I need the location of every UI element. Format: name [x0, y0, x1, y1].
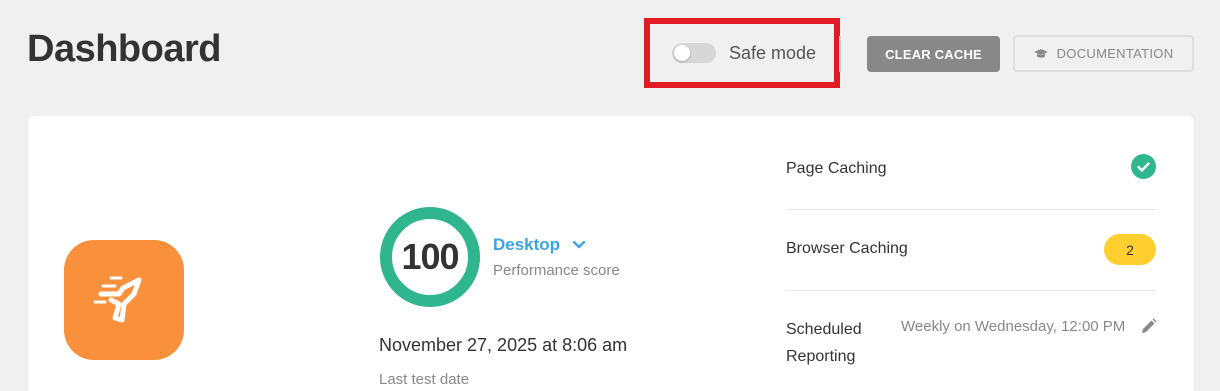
pencil-icon[interactable] [1140, 318, 1157, 335]
row-divider [786, 290, 1156, 291]
scheduled-reporting-value: Weekly on Wednesday, 12:00 PM [901, 318, 1126, 335]
last-test-date-value: November 27, 2025 at 8:06 am [379, 335, 628, 355]
browser-caching-issues-badge: 2 [1104, 234, 1156, 265]
hummingbird-logo-icon [64, 240, 184, 360]
clear-cache-button[interactable]: CLEAR CACHE [867, 36, 1000, 72]
safe-mode-toggle[interactable]: Safe mode [644, 18, 840, 88]
device-dropdown[interactable]: Desktop [493, 235, 586, 255]
row-divider [786, 209, 1156, 210]
performance-score-value: 100 [401, 236, 459, 277]
header-divider [839, 36, 841, 72]
performance-score-label: Performance score [493, 262, 620, 279]
page-caching-label[interactable]: Page Caching [786, 160, 887, 178]
toggle-switch[interactable] [672, 43, 716, 63]
documentation-label: DOCUMENTATION [1056, 46, 1174, 61]
documentation-button[interactable]: DOCUMENTATION [1013, 35, 1194, 72]
check-icon [1131, 154, 1156, 179]
last-test-date-label: Last test date [379, 371, 470, 388]
chevron-down-icon [573, 241, 586, 249]
page-title: Dashboard [27, 28, 221, 70]
browser-caching-label[interactable]: Browser Caching [786, 240, 908, 258]
graduation-cap-icon [1033, 48, 1048, 58]
safe-mode-label: Safe mode [729, 42, 817, 63]
scheduled-reporting-label[interactable]: Scheduled Reporting [786, 316, 876, 370]
device-label: Desktop [493, 235, 561, 254]
